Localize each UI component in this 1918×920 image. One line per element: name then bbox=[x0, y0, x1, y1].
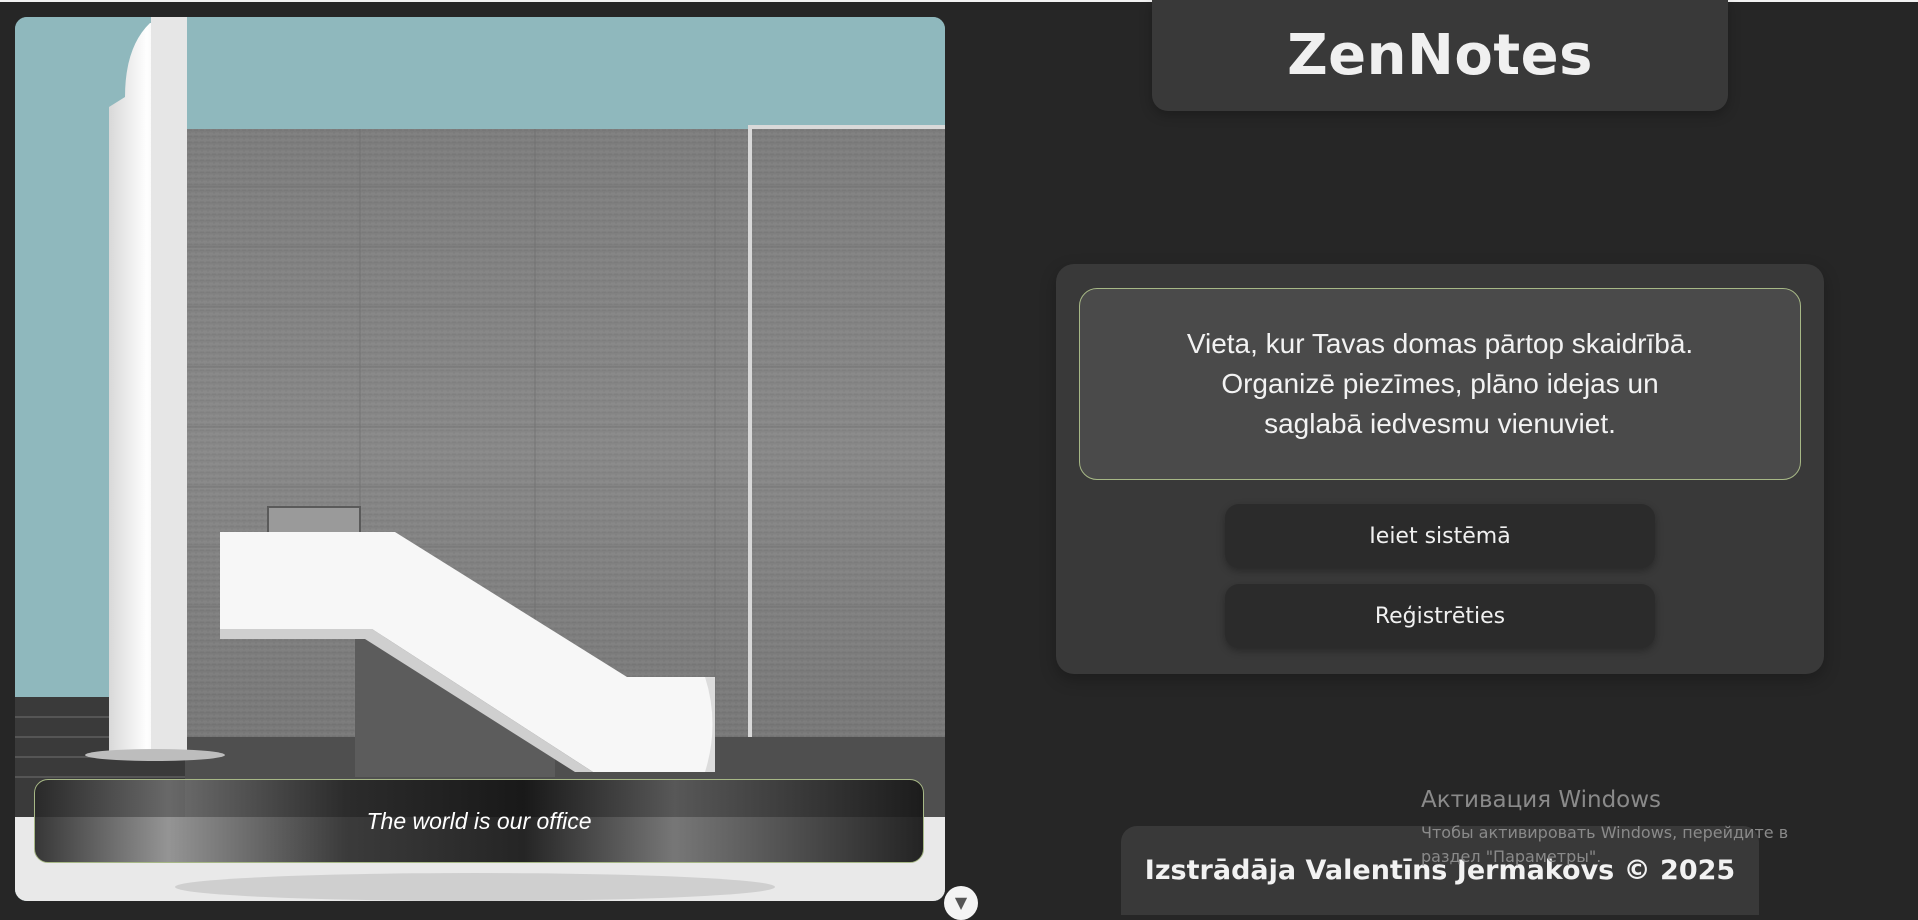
header-card: ZenNotes bbox=[1152, 0, 1728, 111]
watermark-subtitle: Чтобы активировать Windows, перейдите в … bbox=[1421, 823, 1789, 866]
welcome-card: Vieta, kur Tavas domas pārtop skaidrībā.… bbox=[1056, 264, 1824, 674]
hero-image: The world is our office bbox=[15, 17, 945, 901]
building-illustration bbox=[15, 17, 945, 901]
tagline-text: Vieta, kur Tavas domas pārtop skaidrībā.… bbox=[1186, 328, 1694, 439]
watermark-title: Активация Windows bbox=[1421, 787, 1662, 813]
hero-caption: The world is our office bbox=[34, 779, 924, 863]
tagline-box: Vieta, kur Tavas domas pārtop skaidrībā.… bbox=[1079, 288, 1801, 480]
register-button[interactable]: Reģistrēties bbox=[1225, 584, 1655, 648]
app-title: ZenNotes bbox=[1287, 23, 1593, 88]
login-button[interactable]: Ieiet sistēmā bbox=[1225, 504, 1655, 568]
windows-activation-watermark: Активация Windows Чтобы активировать Win… bbox=[1421, 787, 1841, 869]
chevron-down-icon: ▼ bbox=[954, 893, 968, 912]
